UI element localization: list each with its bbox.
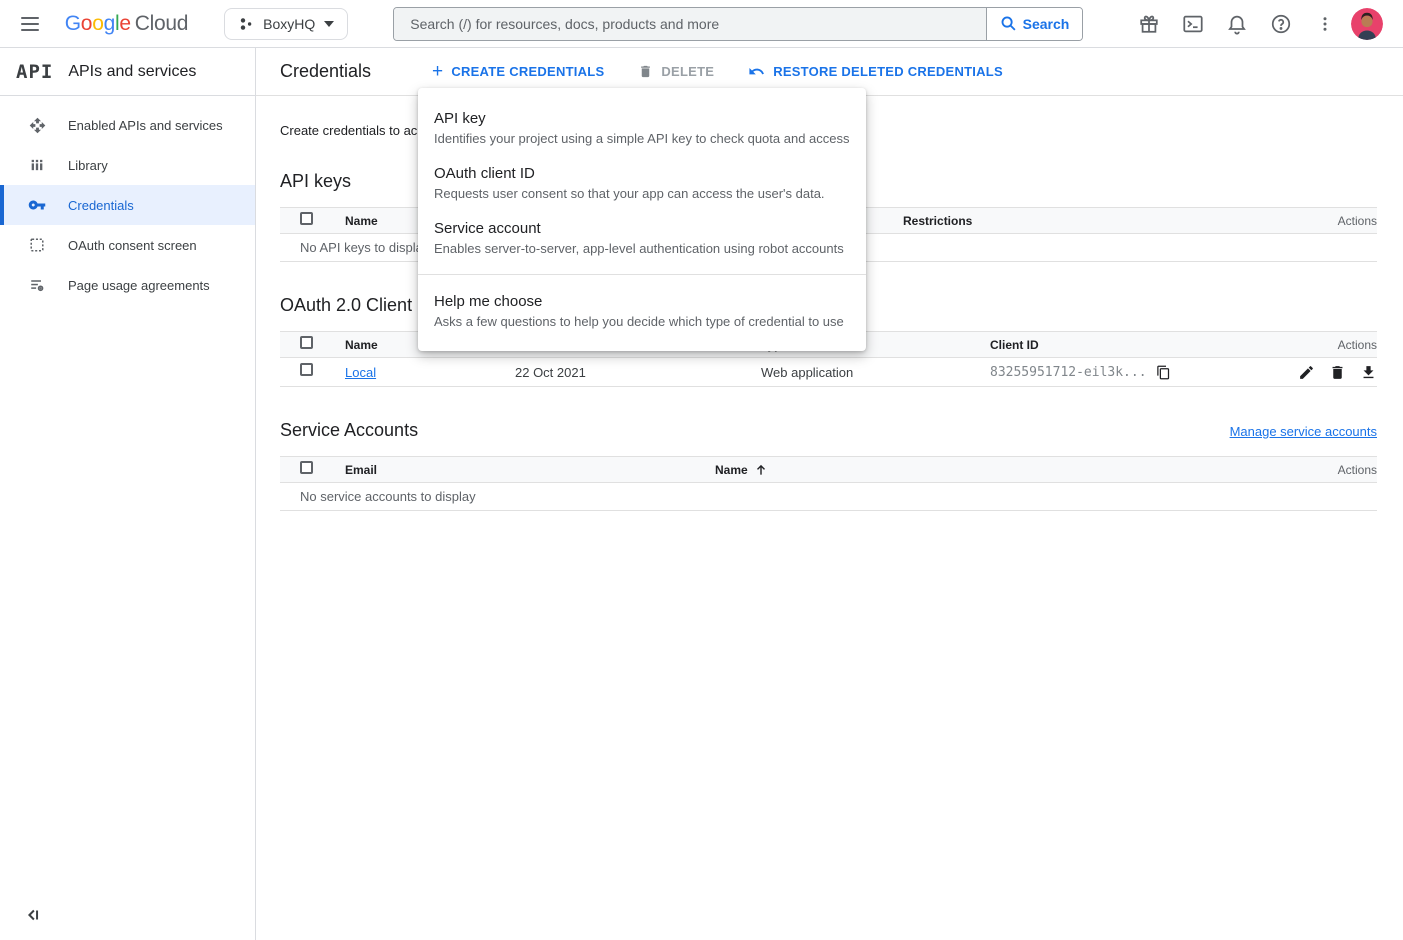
- column-header-email[interactable]: Email: [345, 463, 715, 477]
- service-accounts-empty-text: No service accounts to display: [280, 483, 1377, 511]
- menu-item-service-account[interactable]: Service account Enables server-to-server…: [418, 211, 866, 266]
- column-header-actions: Actions: [1307, 214, 1377, 228]
- sidebar-item-label: Credentials: [68, 198, 134, 213]
- search-icon: [1000, 15, 1017, 32]
- search-input[interactable]: [394, 8, 986, 40]
- library-icon: [28, 156, 46, 174]
- logo-letter: G: [65, 12, 81, 35]
- row-checkbox[interactable]: [300, 363, 313, 376]
- creation-date-value: 22 Oct 2021: [515, 365, 761, 380]
- menu-item-description: Enables server-to-server, app-level auth…: [434, 241, 850, 256]
- select-all-checkbox[interactable]: [300, 336, 313, 349]
- copy-icon[interactable]: [1156, 364, 1172, 380]
- sidebar-item-label: Page usage agreements: [68, 278, 210, 293]
- download-icon[interactable]: [1359, 363, 1377, 381]
- menu-item-description: Identifies your project using a simple A…: [434, 131, 850, 146]
- menu-item-title: Help me choose: [434, 293, 850, 310]
- sidebar-nav: Enabled APIs and services Library Creden…: [0, 96, 255, 305]
- logo-cloud-text: Cloud: [135, 12, 188, 35]
- project-name: BoxyHQ: [263, 16, 315, 32]
- column-header-actions: Actions: [1287, 463, 1377, 477]
- restore-deleted-credentials-button[interactable]: RESTORE DELETED CREDENTIALS: [748, 63, 1003, 80]
- service-accounts-table: Email Name Actions No service accounts t…: [280, 456, 1377, 511]
- menu-item-api-key[interactable]: API key Identifies your project using a …: [418, 101, 866, 156]
- client-id-value: 83255951712-eil3k...: [990, 365, 1147, 380]
- column-header-name[interactable]: Name: [715, 463, 1287, 477]
- edit-pencil-icon[interactable]: [1297, 363, 1315, 381]
- sort-asc-arrow-icon: [754, 463, 768, 477]
- google-cloud-logo[interactable]: GoogleCloud: [65, 12, 188, 36]
- api-product-icon: API: [16, 61, 53, 83]
- delete-button[interactable]: DELETE: [638, 64, 714, 79]
- column-header-restrictions[interactable]: Restrictions: [903, 214, 1307, 228]
- sidebar-item-credentials[interactable]: Credentials: [0, 185, 255, 225]
- collapse-sidebar-icon[interactable]: [24, 906, 42, 924]
- create-credentials-menu: API key Identifies your project using a …: [418, 88, 866, 351]
- column-header-actions: Actions: [1287, 338, 1377, 352]
- hamburger-menu-icon[interactable]: [21, 12, 45, 36]
- sidebar-item-page-usage[interactable]: Page usage agreements: [0, 265, 255, 305]
- cloud-shell-icon[interactable]: [1181, 12, 1205, 36]
- column-header-client-id[interactable]: Client ID: [990, 338, 1287, 352]
- menu-item-description: Asks a few questions to help you decide …: [434, 314, 850, 329]
- create-credentials-label: CREATE CREDENTIALS: [451, 64, 604, 79]
- menu-item-description: Requests user consent so that your app c…: [434, 186, 850, 201]
- key-icon: [28, 196, 46, 214]
- search-button-label: Search: [1023, 16, 1070, 32]
- sidebar-item-oauth-consent[interactable]: OAuth consent screen: [0, 225, 255, 265]
- logo-letter: o: [92, 12, 103, 35]
- notifications-bell-icon[interactable]: [1225, 12, 1249, 36]
- delete-trash-icon[interactable]: [1328, 363, 1346, 381]
- page-title: Credentials: [280, 61, 432, 82]
- name-label: Name: [715, 463, 748, 477]
- sidebar-item-enabled-apis[interactable]: Enabled APIs and services: [0, 105, 255, 145]
- trash-icon: [638, 64, 653, 79]
- search-button[interactable]: Search: [986, 8, 1082, 40]
- menu-item-title: Service account: [434, 220, 850, 237]
- sidebar-title: APIs and services: [68, 63, 196, 81]
- menu-item-title: API key: [434, 110, 850, 127]
- more-options-icon[interactable]: [1313, 12, 1337, 36]
- client-name-link[interactable]: Local: [345, 365, 376, 380]
- service-accounts-heading: Service Accounts: [280, 420, 418, 441]
- help-icon[interactable]: [1269, 12, 1293, 36]
- search-bar: Search: [393, 7, 1083, 41]
- logo-letter: e: [119, 12, 130, 35]
- create-credentials-button[interactable]: + CREATE CREDENTIALS: [432, 64, 604, 79]
- project-icon: [238, 16, 254, 32]
- menu-item-oauth-client-id[interactable]: OAuth client ID Requests user consent so…: [418, 156, 866, 211]
- avatar[interactable]: [1351, 8, 1383, 40]
- table-row: Local 22 Oct 2021 Web application 832559…: [280, 358, 1377, 387]
- chevron-down-icon: [324, 21, 334, 27]
- restore-undo-icon: [748, 63, 765, 80]
- sidebar-item-library[interactable]: Library: [0, 145, 255, 185]
- restore-label: RESTORE DELETED CREDENTIALS: [773, 64, 1003, 79]
- delete-label: DELETE: [661, 64, 714, 79]
- sidebar-header: API APIs and services: [0, 48, 255, 96]
- google-cloud-console: GoogleCloud BoxyHQ Search: [0, 0, 1403, 940]
- topbar: GoogleCloud BoxyHQ Search: [0, 0, 1403, 48]
- dashed-square-icon: [28, 236, 46, 254]
- menu-item-help-me-choose[interactable]: Help me choose Asks a few questions to h…: [418, 284, 866, 339]
- menu-item-title: OAuth client ID: [434, 165, 850, 182]
- sidebar: API APIs and services Enabled APIs and s…: [0, 48, 256, 940]
- select-all-checkbox[interactable]: [300, 461, 313, 474]
- select-all-checkbox[interactable]: [300, 212, 313, 225]
- sidebar-item-label: OAuth consent screen: [68, 238, 197, 253]
- manage-service-accounts-link[interactable]: Manage service accounts: [1230, 424, 1377, 439]
- sidebar-item-label: Library: [68, 158, 108, 173]
- topbar-icons: [1137, 12, 1337, 36]
- project-selector[interactable]: BoxyHQ: [224, 8, 348, 40]
- menu-divider: [418, 274, 866, 275]
- gift-icon[interactable]: [1137, 12, 1161, 36]
- sidebar-item-label: Enabled APIs and services: [68, 118, 223, 133]
- move-arrows-icon: [28, 116, 46, 134]
- plus-icon: +: [432, 65, 443, 79]
- logo-letter: o: [81, 12, 92, 35]
- list-gear-icon: [28, 276, 46, 294]
- logo-letter: g: [104, 12, 115, 35]
- type-value: Web application: [761, 365, 990, 380]
